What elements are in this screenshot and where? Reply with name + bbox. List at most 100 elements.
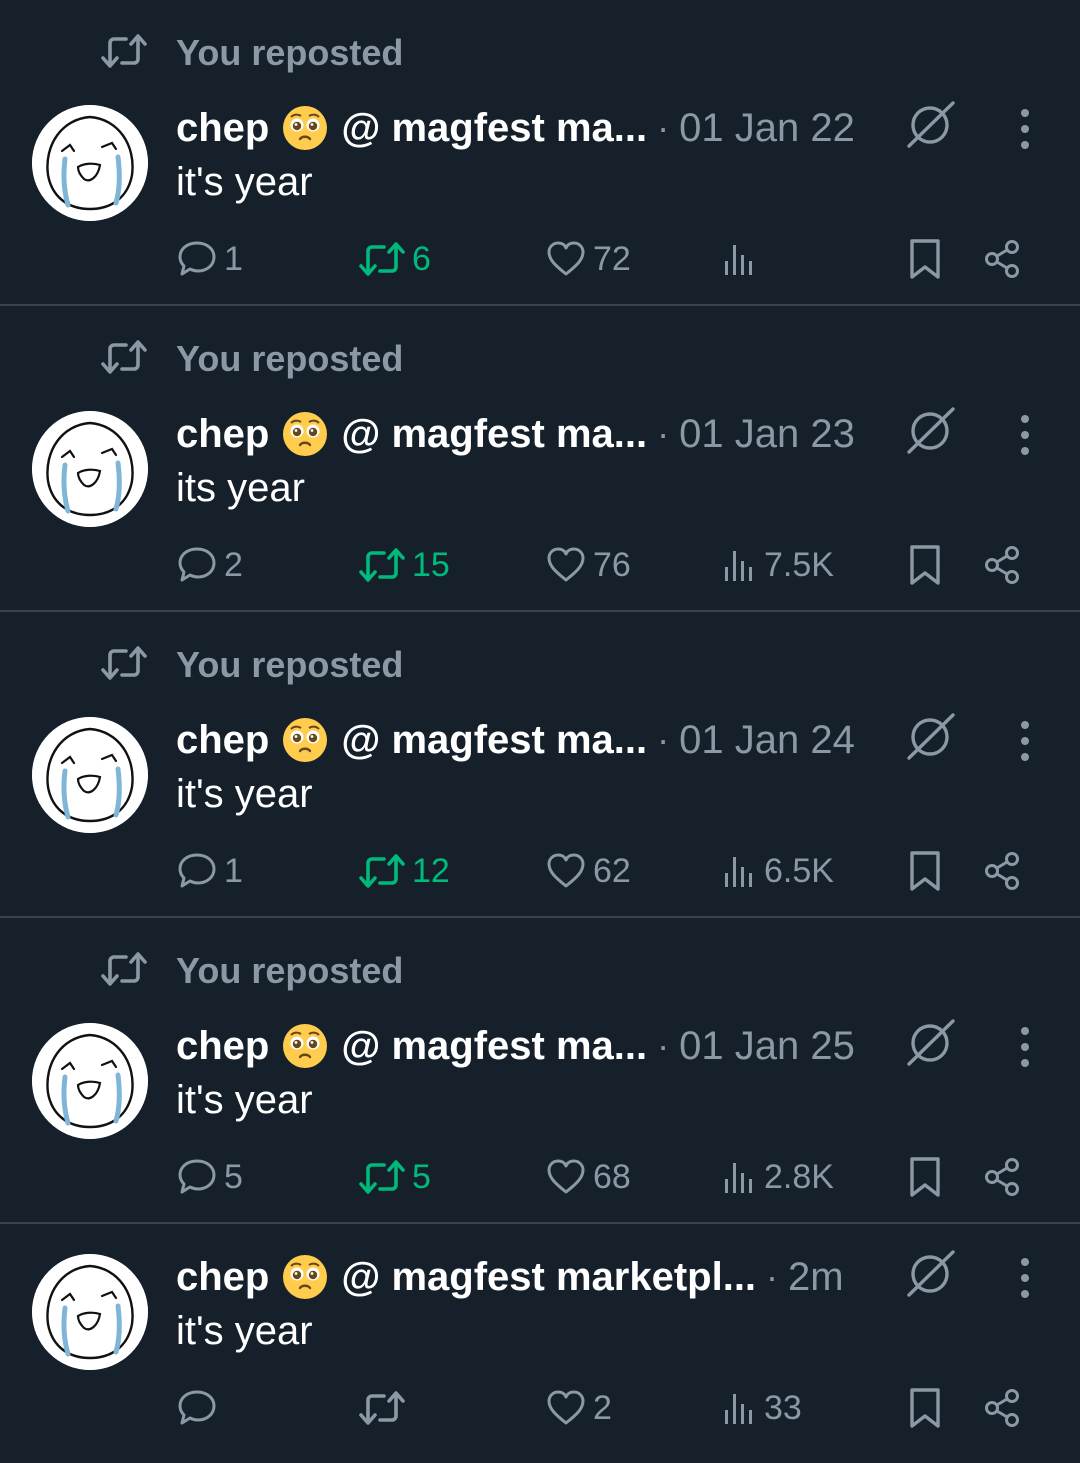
repost-button[interactable] bbox=[358, 1384, 412, 1432]
like-button[interactable]: 72 bbox=[545, 235, 631, 283]
repost-count: 15 bbox=[412, 545, 450, 584]
like-button[interactable]: 76 bbox=[545, 541, 631, 589]
like-count: 62 bbox=[593, 851, 631, 890]
share-icon bbox=[982, 544, 1024, 586]
bookmark-button[interactable] bbox=[906, 235, 944, 283]
tweet[interactable]: You reposted chep @ magfest ma... · 01 J… bbox=[0, 918, 1080, 1224]
repost-icon bbox=[100, 31, 148, 76]
reply-button[interactable]: 2 bbox=[176, 541, 243, 589]
repost-icon bbox=[358, 239, 406, 279]
more-vertical-icon[interactable] bbox=[1005, 1022, 1045, 1072]
avatar[interactable] bbox=[32, 105, 148, 221]
tweet[interactable]: You reposted chep @ magfest ma... · 01 J… bbox=[0, 0, 1080, 306]
timestamp[interactable]: 01 Jan 25 bbox=[679, 1024, 855, 1069]
avatar[interactable] bbox=[32, 717, 148, 833]
tweet[interactable]: You reposted chep @ magfest ma... · 01 J… bbox=[0, 612, 1080, 918]
handle[interactable]: @ magfest ma... bbox=[341, 1024, 647, 1069]
share-button[interactable] bbox=[982, 1384, 1024, 1432]
like-button[interactable]: 2 bbox=[545, 1384, 612, 1432]
view-count: 2.8K bbox=[764, 1157, 834, 1196]
views-button[interactable] bbox=[722, 235, 764, 283]
repost-icon bbox=[358, 1157, 406, 1197]
grok-icon[interactable] bbox=[903, 98, 957, 152]
more-vertical-icon[interactable] bbox=[1005, 410, 1045, 460]
avatar[interactable] bbox=[32, 411, 148, 527]
more-vertical-icon[interactable] bbox=[1005, 104, 1045, 154]
pleading-face-emoji-icon bbox=[281, 1022, 329, 1070]
like-count: 68 bbox=[593, 1157, 631, 1196]
bookmark-button[interactable] bbox=[906, 541, 944, 589]
tweet[interactable]: chep @ magfest marketpl... · 2m it's yea… bbox=[0, 1224, 1080, 1458]
display-name[interactable]: chep bbox=[176, 718, 269, 763]
timestamp[interactable]: 01 Jan 22 bbox=[679, 106, 855, 151]
views-button[interactable]: 2.8K bbox=[722, 1153, 834, 1201]
repost-icon bbox=[100, 643, 148, 688]
share-icon bbox=[982, 238, 1024, 280]
reposted-label: You reposted bbox=[176, 644, 404, 685]
display-name[interactable]: chep bbox=[176, 412, 269, 457]
repost-button[interactable]: 5 bbox=[358, 1153, 431, 1201]
timestamp[interactable]: 01 Jan 24 bbox=[679, 718, 855, 763]
grok-icon[interactable] bbox=[903, 404, 957, 458]
views-icon bbox=[722, 239, 758, 279]
bookmark-button[interactable] bbox=[906, 1384, 944, 1432]
reply-button[interactable]: 1 bbox=[176, 847, 243, 895]
timestamp[interactable]: 01 Jan 23 bbox=[679, 412, 855, 457]
heart-icon bbox=[545, 1388, 587, 1428]
bookmark-icon bbox=[906, 543, 944, 587]
display-name[interactable]: chep bbox=[176, 1255, 269, 1300]
bookmark-icon bbox=[906, 237, 944, 281]
handle[interactable]: @ magfest ma... bbox=[341, 718, 647, 763]
share-button[interactable] bbox=[982, 541, 1024, 589]
reposted-label: You reposted bbox=[176, 32, 404, 73]
separator: · bbox=[657, 1025, 670, 1066]
share-button[interactable] bbox=[982, 847, 1024, 895]
more-vertical-icon[interactable] bbox=[1005, 716, 1045, 766]
grok-icon[interactable] bbox=[903, 710, 957, 764]
tweet-text: its year bbox=[176, 466, 305, 510]
display-name[interactable]: chep bbox=[176, 1024, 269, 1069]
bookmark-button[interactable] bbox=[906, 1153, 944, 1201]
reply-button[interactable]: 1 bbox=[176, 235, 243, 283]
avatar[interactable] bbox=[32, 1254, 148, 1370]
action-bar: 1 6 72 bbox=[0, 235, 1080, 283]
reply-count: 1 bbox=[224, 239, 243, 278]
handle[interactable]: @ magfest ma... bbox=[341, 412, 647, 457]
like-button[interactable]: 62 bbox=[545, 847, 631, 895]
share-icon bbox=[982, 850, 1024, 892]
share-icon bbox=[982, 1156, 1024, 1198]
avatar[interactable] bbox=[32, 1023, 148, 1139]
display-name[interactable]: chep bbox=[176, 106, 269, 151]
views-button[interactable]: 6.5K bbox=[722, 847, 834, 895]
tweet-text: it's year bbox=[176, 160, 313, 204]
repost-button[interactable]: 6 bbox=[358, 235, 431, 283]
tweet-header: chep @ magfest ma... · 01 Jan 25 bbox=[176, 1018, 880, 1074]
pleading-face-emoji-icon bbox=[281, 1253, 329, 1301]
like-count: 76 bbox=[593, 545, 631, 584]
reposted-indicator: You reposted bbox=[100, 336, 403, 382]
like-button[interactable]: 68 bbox=[545, 1153, 631, 1201]
repost-button[interactable]: 15 bbox=[358, 541, 450, 589]
reply-icon bbox=[176, 1388, 218, 1428]
tweet-header: chep @ magfest marketpl... · 2m bbox=[176, 1249, 880, 1305]
handle[interactable]: @ magfest ma... bbox=[341, 106, 647, 151]
views-button[interactable]: 7.5K bbox=[722, 541, 834, 589]
action-bar: 2 15 76 7.5K bbox=[0, 541, 1080, 589]
tweet[interactable]: You reposted chep @ magfest ma... · 01 J… bbox=[0, 306, 1080, 612]
grok-icon[interactable] bbox=[903, 1016, 957, 1070]
share-button[interactable] bbox=[982, 235, 1024, 283]
reply-button[interactable] bbox=[176, 1384, 224, 1432]
grok-icon[interactable] bbox=[903, 1247, 957, 1301]
handle[interactable]: @ magfest marketpl... bbox=[341, 1255, 756, 1300]
timestamp[interactable]: 2m bbox=[788, 1255, 844, 1300]
reply-button[interactable]: 5 bbox=[176, 1153, 243, 1201]
view-count: 7.5K bbox=[764, 545, 834, 584]
repost-icon bbox=[358, 851, 406, 891]
bookmark-button[interactable] bbox=[906, 847, 944, 895]
repost-button[interactable]: 12 bbox=[358, 847, 450, 895]
reposted-label: You reposted bbox=[176, 338, 404, 379]
reposted-indicator: You reposted bbox=[100, 948, 403, 994]
more-vertical-icon[interactable] bbox=[1005, 1253, 1045, 1303]
share-button[interactable] bbox=[982, 1153, 1024, 1201]
views-button[interactable]: 33 bbox=[722, 1384, 802, 1432]
